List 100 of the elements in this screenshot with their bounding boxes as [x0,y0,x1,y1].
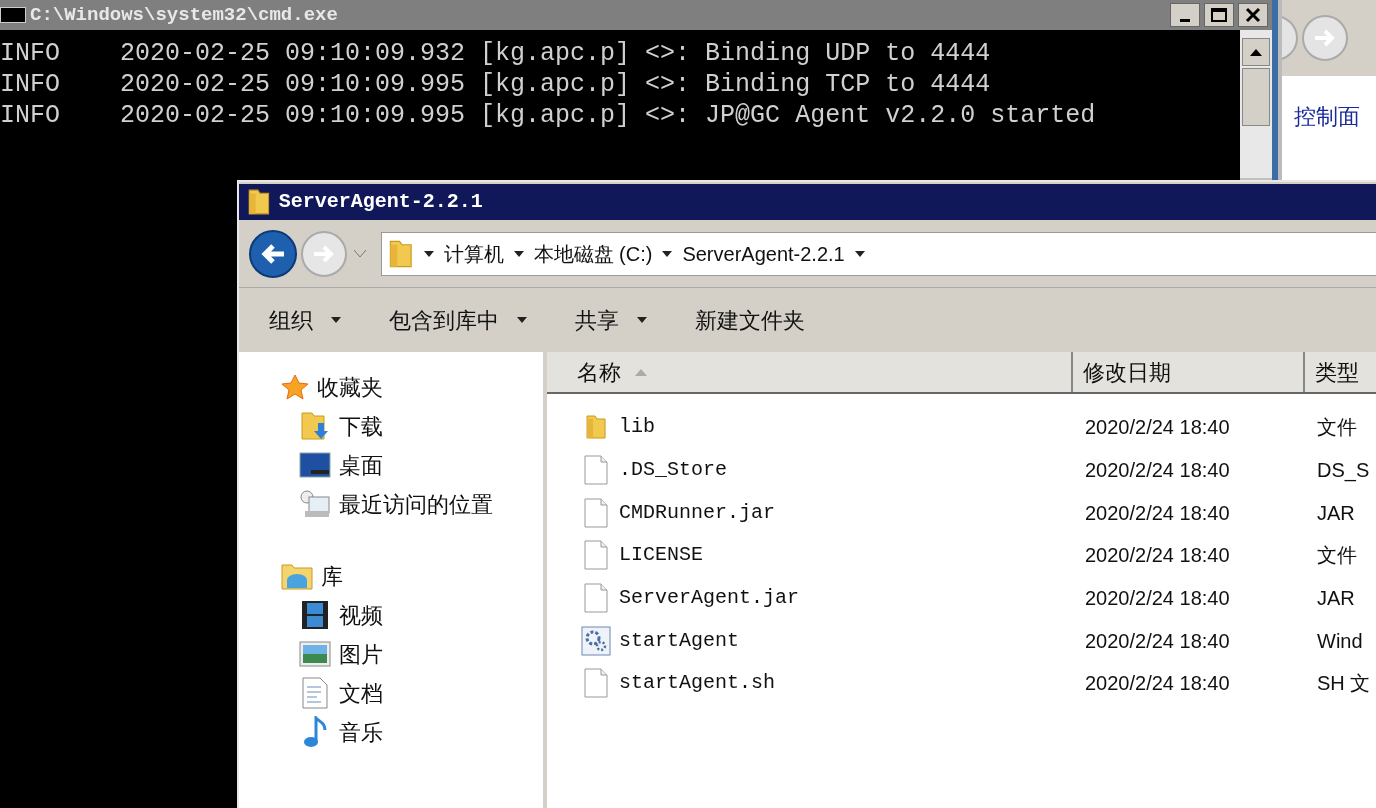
gear-file-icon [581,625,611,656]
column-header[interactable]: 类型 [1305,352,1376,392]
file-icon [584,455,608,486]
close-icon [1245,7,1261,23]
minimize-button[interactable] [1170,3,1200,27]
nav-item-label: 最近访问的位置 [339,490,493,519]
back-button[interactable] [249,229,297,278]
music-note-icon [302,716,328,748]
breadcrumb-item[interactable]: 本地磁盘 (C:) [533,238,653,269]
caret-icon [423,250,434,257]
caret-icon [854,250,865,257]
nav-item[interactable]: 桌面 [281,450,543,480]
file-row[interactable]: CMDRunner.jar 2020/2/24 18:40 JAR [547,491,1376,535]
nav-item[interactable]: 下载 [281,411,543,441]
nav-group-label: 库 [321,562,343,591]
window-title: ServerAgent-2.2.1 [278,189,483,215]
file-name: startAgent [619,627,740,654]
file-name: startAgent.sh [619,670,776,697]
folder-icon [584,414,608,441]
nav-item[interactable]: 最近访问的位置 [281,489,543,519]
breadcrumb-item[interactable]: ServerAgent-2.2.1 [682,238,845,269]
close-button[interactable] [1238,3,1268,27]
minimize-icon [1180,19,1190,22]
nav-group-label: 收藏夹 [317,373,383,402]
address-bar[interactable]: 计算机 本地磁盘 (C:) ServerAgent-2.2.1 [381,231,1376,276]
console-line: INFO 2020-02-25 09:10:09.995 [kg.apc.p] <>: Binding TCP to 4444 [0,69,991,100]
maximize-button[interactable] [1204,3,1234,27]
file-name: LICENSE [619,542,703,569]
desktop-icon [299,452,331,478]
nav-item[interactable]: 图片 [281,639,543,669]
file-type: JAR [1316,500,1355,526]
file-name: ServerAgent.jar [619,585,800,612]
film-icon [301,600,329,630]
nav-item[interactable]: 音乐 [281,717,543,747]
download-folder-icon [300,411,330,441]
file-icon [584,583,608,614]
file-type: Wind [1316,628,1363,654]
file-name: .DS_Store [619,457,728,484]
file-row[interactable]: startAgent.sh 2020/2/24 18:40 SH 文 [547,662,1376,705]
file-row[interactable]: LICENSE 2020/2/24 18:40 文件 [547,534,1376,577]
column-header[interactable]: 修改日期 [1073,352,1305,392]
toolbar-menu-button[interactable]: 共享 [575,303,647,337]
caret-icon [513,250,524,257]
file-date: 2020/2/24 18:40 [1084,458,1231,484]
file-type: JAR [1316,586,1355,612]
file-type: 文件 [1316,415,1357,441]
file-icon [584,540,608,571]
nav-item-label: 图片 [339,640,383,669]
nav-item-label: 视频 [339,601,383,630]
file-date: 2020/2/24 18:40 [1084,586,1231,612]
caret-icon [662,250,673,257]
nav-item[interactable]: 视频 [281,600,543,630]
right-arrow-icon [312,243,336,264]
file-type: DS_S [1316,458,1370,484]
console-line: INFO 2020-02-25 09:10:09.995 [kg.apc.p] <>: JP@GC Agent v2.2.0 started [0,100,1096,131]
nav-item-label: 文档 [339,679,383,708]
column-label: 名称 [577,358,621,387]
file-icon [584,668,608,699]
recent-places-icon [299,489,331,519]
nav-item-label: 音乐 [339,718,383,747]
file-row[interactable]: startAgent 2020/2/24 18:40 Wind [547,619,1376,663]
file-row[interactable]: lib 2020/2/24 18:40 文件 [547,406,1376,449]
right-arrow-icon [1313,28,1337,48]
maximize-icon [1211,8,1227,22]
nav-item-label: 下载 [339,412,383,441]
nav-group-header[interactable]: 库 [281,561,543,591]
scroll-up-icon [1250,48,1262,56]
file-date: 2020/2/24 18:40 [1084,500,1231,526]
nav-item[interactable]: 文档 [281,678,543,708]
column-label: 类型 [1315,358,1359,387]
file-type: 文件 [1316,543,1357,569]
breadcrumb-item[interactable]: 计算机 [443,238,504,269]
control-panel-link[interactable]: 控制面 [1294,104,1360,129]
picture-icon [299,641,331,667]
console-line: INFO 2020-02-25 09:10:09.932 [kg.apc.p] <>: Binding UDP to 4444 [0,38,991,69]
forward-nav-button[interactable] [1302,15,1348,61]
toolbar-menu-button[interactable]: 包含到库中 [389,303,527,337]
library-folder-icon [281,562,313,590]
star-icon [281,374,309,400]
file-name: lib [619,414,655,441]
nav-group-header[interactable]: 收藏夹 [281,372,543,402]
column-header[interactable]: 名称 [547,352,1073,392]
file-row[interactable]: .DS_Store 2020/2/24 18:40 DS_S [547,448,1376,492]
file-type: SH 文 [1316,671,1371,697]
left-arrow-icon [260,242,286,265]
file-date: 2020/2/24 18:40 [1084,543,1231,569]
file-date: 2020/2/24 18:40 [1084,415,1231,441]
file-icon [584,497,608,528]
console-app-icon [0,7,26,23]
file-row[interactable]: ServerAgent.jar 2020/2/24 18:40 JAR [547,576,1376,620]
toolbar-menu-button[interactable]: 新建文件夹 [695,303,805,337]
toolbar-menu-button[interactable]: 组织 [269,303,341,337]
file-date: 2020/2/24 18:40 [1084,628,1231,654]
column-label: 修改日期 [1083,358,1171,387]
scrollbar[interactable] [1240,30,1272,178]
chevron-down-icon [353,249,367,258]
document-icon [302,677,328,709]
file-date: 2020/2/24 18:40 [1084,671,1231,697]
scroll-thumb[interactable] [1242,68,1270,126]
folder-icon [388,238,414,269]
